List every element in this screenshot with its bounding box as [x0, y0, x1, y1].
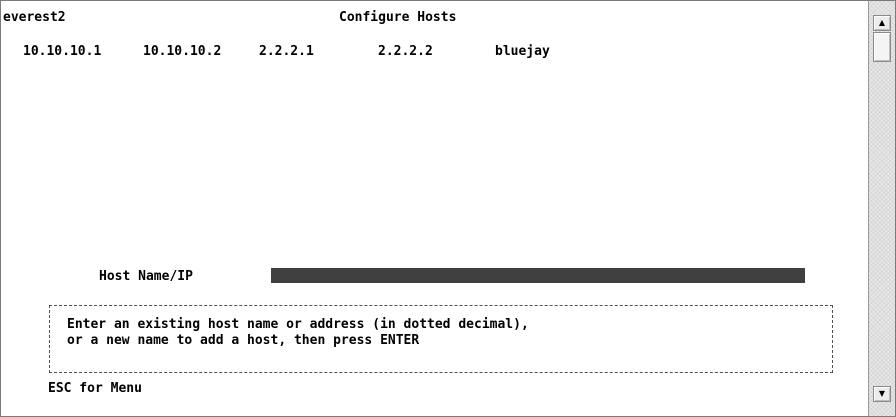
vertical-scrollbar[interactable]: ▲ ▼ — [868, 1, 895, 416]
footer-hint: ESC for Menu — [48, 381, 142, 396]
host-name-header: everest2 — [3, 10, 66, 25]
scroll-thumb[interactable] — [873, 32, 891, 62]
host-name-input[interactable] — [271, 268, 805, 283]
host-list-item[interactable]: bluejay — [495, 44, 550, 60]
host-list-item[interactable]: 2.2.2.2 — [378, 44, 433, 60]
scroll-down-arrow-icon[interactable]: ▼ — [873, 386, 891, 402]
scroll-up-arrow-icon[interactable]: ▲ — [873, 15, 891, 31]
page-title: Configure Hosts — [339, 10, 457, 25]
host-field-label: Host Name/IP — [99, 269, 193, 284]
terminal-window: everest2 Configure Hosts 10.10.10.1 10.1… — [0, 0, 896, 417]
host-list-item[interactable]: 2.2.2.1 — [259, 44, 314, 60]
terminal-screen: everest2 Configure Hosts 10.10.10.1 10.1… — [1, 1, 869, 416]
host-list-item[interactable]: 10.10.10.2 — [143, 44, 221, 60]
help-text-line-2: or a new name to add a host, then press … — [67, 333, 420, 348]
host-list-item[interactable]: 10.10.10.1 — [23, 44, 101, 60]
help-text-line-1: Enter an existing host name or address (… — [67, 317, 529, 332]
